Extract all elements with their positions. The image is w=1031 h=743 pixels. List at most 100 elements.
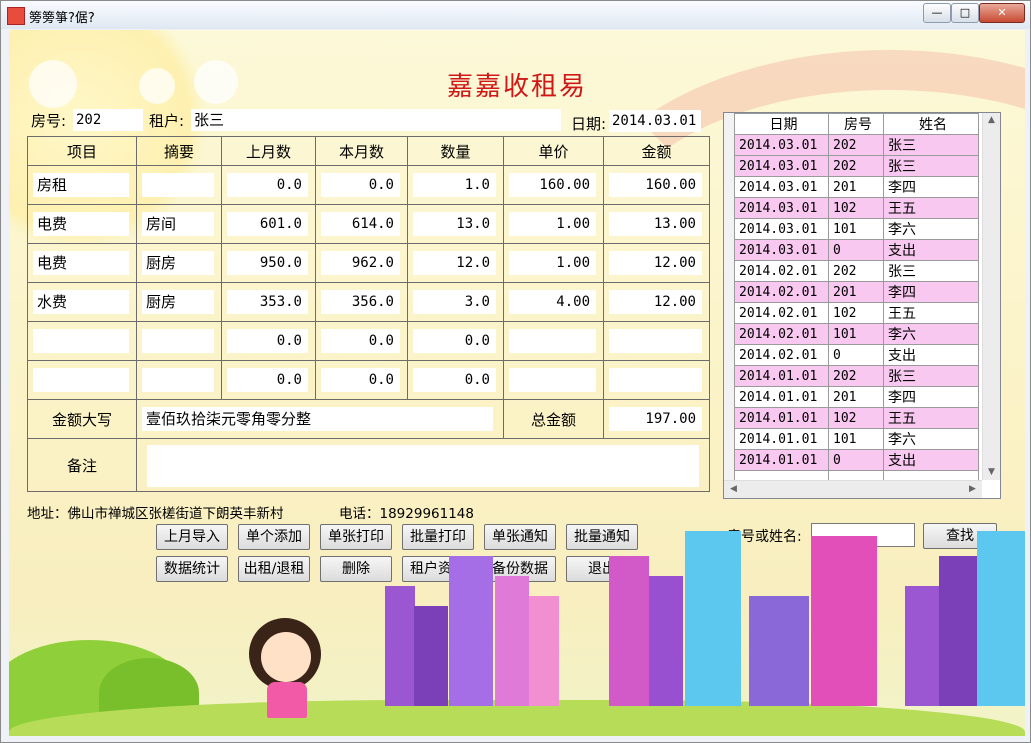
print-single-button[interactable]: 单张打印 [320, 524, 392, 550]
building-decoration [939, 556, 979, 706]
unit-price-input[interactable]: 4.00 [509, 290, 596, 314]
current-reading-input[interactable]: 356.0 [321, 290, 400, 314]
record-room: 102 [828, 407, 884, 429]
record-date: 2014.03.01 [734, 176, 829, 198]
record-date: 2014.03.01 [734, 155, 829, 177]
building-decoration [649, 576, 683, 706]
import-last-month-button[interactable]: 上月导入 [156, 524, 228, 550]
vertical-scrollbar[interactable]: ▲ ▼ [982, 113, 1000, 480]
amount-input[interactable] [609, 368, 702, 392]
quantity-input[interactable]: 0.0 [413, 329, 496, 353]
item-input[interactable]: 水费 [33, 290, 129, 314]
record-row[interactable]: 2014.02.01 201 李四 [734, 281, 979, 303]
room-input[interactable]: 202 [73, 109, 143, 131]
record-row[interactable]: 2014.03.01 202 张三 [734, 155, 979, 177]
current-reading-input[interactable]: 0.0 [321, 329, 400, 353]
statistics-button[interactable]: 数据统计 [156, 556, 228, 582]
item-input[interactable]: 房租 [33, 173, 129, 197]
quantity-input[interactable]: 0.0 [413, 368, 496, 392]
unit-price-input[interactable]: 160.00 [509, 173, 596, 197]
minimize-button[interactable]: — [923, 3, 951, 23]
summary-input[interactable]: 厨房 [142, 251, 214, 275]
last-reading-input[interactable]: 0.0 [227, 368, 308, 392]
last-reading-input[interactable]: 0.0 [227, 173, 308, 197]
scroll-up-icon[interactable]: ▲ [984, 113, 999, 128]
scroll-left-icon[interactable]: ◀ [726, 482, 741, 497]
horizontal-scrollbar[interactable]: ◀ ▶ [724, 480, 982, 498]
add-single-button[interactable]: 单个添加 [238, 524, 310, 550]
building-decoration [977, 531, 1025, 706]
record-row[interactable]: 2014.03.01 101 李六 [734, 218, 979, 240]
record-date: 2014.02.01 [734, 281, 829, 303]
remark-input[interactable] [147, 445, 699, 487]
last-reading-input[interactable]: 950.0 [227, 251, 308, 275]
record-row[interactable]: 2014.01.01 101 李六 [734, 428, 979, 450]
main-panel: 嘉嘉收租易 房号: 202 租户: 张三 日期: 2014.03.01 项目 摘… [9, 30, 1025, 736]
notify-single-button[interactable]: 单张通知 [484, 524, 556, 550]
scroll-right-icon[interactable]: ▶ [965, 482, 980, 497]
record-row[interactable]: 2014.02.01 202 张三 [734, 260, 979, 282]
amount-input[interactable]: 12.00 [609, 251, 702, 275]
current-reading-input[interactable]: 0.0 [321, 173, 400, 197]
summary-input[interactable] [142, 173, 214, 197]
bill-row: 房租 0.0 0.0 1.0 160.00 160.00 [27, 165, 710, 205]
unit-price-input[interactable] [509, 368, 596, 392]
last-reading-input[interactable]: 353.0 [227, 290, 308, 314]
records-list[interactable]: 日期 房号 姓名 2014.03.01 202 张三 2014.03.01 202 张三 2… [723, 112, 1001, 499]
unit-price-input[interactable]: 1.00 [509, 212, 596, 236]
record-row[interactable]: 2014.03.01 201 李四 [734, 176, 979, 198]
record-row[interactable]: 2014.01.01 102 王五 [734, 407, 979, 429]
last-reading-input[interactable]: 0.0 [227, 329, 308, 353]
quantity-input[interactable]: 3.0 [413, 290, 496, 314]
last-reading-input[interactable]: 601.0 [227, 212, 308, 236]
amount-input[interactable]: 160.00 [609, 173, 702, 197]
record-row[interactable]: 2014.01.01 201 李四 [734, 386, 979, 408]
print-batch-button[interactable]: 批量打印 [402, 524, 474, 550]
unit-price-input[interactable] [509, 329, 596, 353]
item-input[interactable] [33, 368, 129, 392]
delete-button[interactable]: 删除 [320, 556, 392, 582]
page-title: 嘉嘉收租易 [446, 72, 587, 102]
record-row[interactable]: 2014.02.01 101 李六 [734, 323, 979, 345]
date-input[interactable]: 2014.03.01 [609, 110, 701, 132]
record-name: 李六 [883, 218, 979, 240]
amount-input[interactable] [609, 329, 702, 353]
summary-input[interactable] [142, 329, 214, 353]
close-button[interactable]: ✕ [979, 3, 1025, 23]
record-row[interactable]: 2014.01.01 0 支出 [734, 449, 979, 471]
app-window: 篣篣箏?倨? — □ ✕ 嘉嘉收租易 房号: 202 租户: 张三 日期: 20… [0, 0, 1031, 743]
item-input[interactable] [33, 329, 129, 353]
summary-input[interactable] [142, 368, 214, 392]
scroll-down-icon[interactable]: ▼ [984, 465, 999, 480]
notify-batch-button[interactable]: 批量通知 [566, 524, 638, 550]
record-row[interactable]: 2014.03.01 102 王五 [734, 197, 979, 219]
unit-price-input[interactable]: 1.00 [509, 251, 596, 275]
record-row[interactable]: 2014.01.01 202 张三 [734, 365, 979, 387]
record-row[interactable]: 2014.02.01 0 支出 [734, 344, 979, 366]
record-room: 101 [828, 323, 884, 345]
building-decoration [495, 576, 529, 706]
record-date: 2014.01.01 [734, 428, 829, 450]
amount-input[interactable]: 12.00 [609, 290, 702, 314]
current-reading-input[interactable]: 962.0 [321, 251, 400, 275]
quantity-input[interactable]: 1.0 [413, 173, 496, 197]
total-field: 197.00 [609, 407, 702, 431]
item-input[interactable]: 电费 [33, 251, 129, 275]
tenant-input[interactable]: 张三 [191, 109, 561, 131]
building-decoration [529, 596, 559, 706]
maximize-button[interactable]: □ [951, 3, 979, 23]
summary-input[interactable]: 厨房 [142, 290, 214, 314]
summary-input[interactable]: 房间 [142, 212, 214, 236]
quantity-input[interactable]: 13.0 [413, 212, 496, 236]
current-reading-input[interactable]: 0.0 [321, 368, 400, 392]
record-row[interactable]: 2014.03.01 202 张三 [734, 134, 979, 156]
quantity-input[interactable]: 12.0 [413, 251, 496, 275]
rent-checkout-button[interactable]: 出租/退租 [238, 556, 310, 582]
record-room: 201 [828, 176, 884, 198]
record-row[interactable]: 2014.03.01 0 支出 [734, 239, 979, 261]
record-date: 2014.01.01 [734, 449, 829, 471]
amount-input[interactable]: 13.00 [609, 212, 702, 236]
current-reading-input[interactable]: 614.0 [321, 212, 400, 236]
item-input[interactable]: 电费 [33, 212, 129, 236]
record-row[interactable]: 2014.02.01 102 王五 [734, 302, 979, 324]
